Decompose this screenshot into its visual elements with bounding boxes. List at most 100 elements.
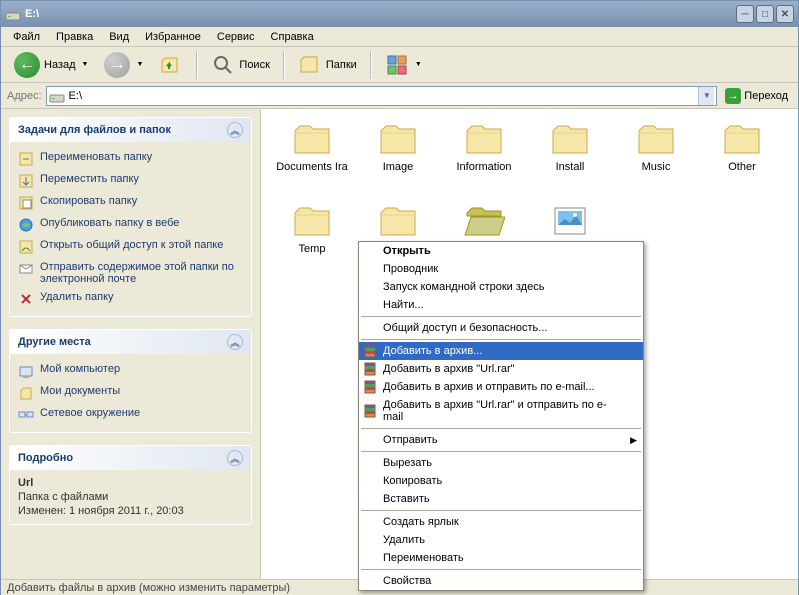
folder-label: Documents Ira bbox=[276, 161, 348, 173]
close-button[interactable]: ✕ bbox=[776, 5, 794, 23]
forward-button[interactable]: → ▼ bbox=[97, 49, 150, 81]
context-menu-item[interactable]: Вырезать bbox=[359, 454, 643, 472]
menu-help[interactable]: Справка bbox=[263, 29, 322, 45]
menu-tools[interactable]: Сервис bbox=[209, 29, 263, 45]
context-menu-item[interactable]: Добавить в архив "Url.rar" и отправить п… bbox=[359, 396, 643, 426]
task-item[interactable]: Скопировать папку bbox=[18, 192, 243, 214]
drive-icon bbox=[5, 6, 21, 22]
context-menu-item[interactable]: Найти... bbox=[359, 296, 643, 314]
context-menu-item[interactable]: Запуск командной строки здесь bbox=[359, 278, 643, 296]
task-item[interactable]: Отправить содержимое этой папки по элект… bbox=[18, 258, 243, 288]
context-menu-item[interactable]: Удалить bbox=[359, 531, 643, 549]
task-item[interactable]: Переместить папку bbox=[18, 170, 243, 192]
chevron-down-icon: ▼ bbox=[415, 61, 422, 68]
task-label: Переместить папку bbox=[40, 173, 139, 185]
place-item[interactable]: Мои документы bbox=[18, 382, 243, 404]
task-label: Опубликовать папку в вебе bbox=[40, 217, 179, 229]
places-header[interactable]: Другие места ︽ bbox=[10, 330, 251, 354]
context-menu: ОткрытьПроводникЗапуск командной строки … bbox=[358, 241, 644, 591]
context-menu-label: Общий доступ и безопасность... bbox=[383, 322, 547, 334]
context-menu-item[interactable]: Отправить▶ bbox=[359, 431, 643, 449]
context-menu-label: Добавить в архив "Url.rar" bbox=[383, 363, 515, 375]
task-icon bbox=[18, 291, 34, 307]
context-menu-item[interactable]: Свойства bbox=[359, 572, 643, 590]
chevron-down-icon: ▼ bbox=[136, 61, 143, 68]
place-item[interactable]: Мой компьютер bbox=[18, 360, 243, 382]
folder-item[interactable]: Information bbox=[445, 121, 523, 195]
folder-item[interactable]: Documents Ira bbox=[273, 121, 351, 195]
folders-icon bbox=[298, 53, 322, 77]
details-name: Url bbox=[18, 476, 243, 490]
task-label: Переименовать папку bbox=[40, 151, 152, 163]
folder-item[interactable]: Install bbox=[531, 121, 609, 195]
folder-icon bbox=[291, 121, 333, 157]
context-menu-item[interactable]: Общий доступ и безопасность... bbox=[359, 319, 643, 337]
folder-icon bbox=[377, 121, 419, 157]
minimize-button[interactable]: ─ bbox=[736, 5, 754, 23]
rar-icon bbox=[362, 379, 378, 395]
go-button[interactable]: → Переход bbox=[721, 87, 792, 105]
menu-file[interactable]: Файл bbox=[5, 29, 48, 45]
window-title: E:\ bbox=[25, 8, 736, 20]
address-label: Адрес: bbox=[7, 90, 42, 102]
folder-item[interactable]: Image bbox=[359, 121, 437, 195]
task-label: Открыть общий доступ к этой папке bbox=[40, 239, 223, 251]
context-menu-item[interactable]: Проводник bbox=[359, 260, 643, 278]
context-menu-label: Отправить bbox=[383, 434, 438, 446]
back-button[interactable]: ← Назад ▼ bbox=[7, 49, 95, 81]
tasks-title: Задачи для файлов и папок bbox=[18, 124, 227, 136]
folders-button[interactable]: Папки bbox=[291, 50, 364, 80]
context-menu-label: Создать ярлык bbox=[383, 516, 459, 528]
task-item[interactable]: Переименовать папку bbox=[18, 148, 243, 170]
search-button[interactable]: Поиск bbox=[204, 50, 276, 80]
menu-view[interactable]: Вид bbox=[101, 29, 137, 45]
go-icon: → bbox=[725, 88, 741, 104]
place-label: Сетевое окружение bbox=[40, 407, 140, 419]
maximize-button[interactable]: □ bbox=[756, 5, 774, 23]
context-menu-item[interactable]: Добавить в архив "Url.rar" bbox=[359, 360, 643, 378]
details-header[interactable]: Подробно ︽ bbox=[10, 446, 251, 470]
tasks-header[interactable]: Задачи для файлов и папок ︽ bbox=[10, 118, 251, 142]
go-label: Переход bbox=[744, 90, 788, 102]
context-menu-item[interactable]: Вставить bbox=[359, 490, 643, 508]
folder-item[interactable]: Music bbox=[617, 121, 695, 195]
separator bbox=[283, 51, 285, 79]
folder-item[interactable]: Temp bbox=[273, 203, 351, 277]
task-item[interactable]: Удалить папку bbox=[18, 288, 243, 310]
chevron-down-icon[interactable]: ▼ bbox=[698, 87, 714, 105]
separator bbox=[361, 316, 641, 317]
folder-icon bbox=[377, 203, 419, 239]
folder-label: Image bbox=[383, 161, 414, 173]
separator bbox=[361, 339, 641, 340]
folder-open-icon bbox=[463, 203, 505, 239]
context-menu-item[interactable]: Создать ярлык bbox=[359, 513, 643, 531]
folders-label: Папки bbox=[326, 59, 357, 71]
up-button[interactable] bbox=[152, 50, 190, 80]
task-item[interactable]: Опубликовать папку в вебе bbox=[18, 214, 243, 236]
menu-favorites[interactable]: Избранное bbox=[137, 29, 209, 45]
menu-edit[interactable]: Правка bbox=[48, 29, 101, 45]
place-icon bbox=[18, 385, 34, 401]
places-title: Другие места bbox=[18, 336, 227, 348]
separator bbox=[361, 428, 641, 429]
context-menu-item[interactable]: Копировать bbox=[359, 472, 643, 490]
task-label: Удалить папку bbox=[40, 291, 114, 303]
task-icon bbox=[18, 195, 34, 211]
drive-icon bbox=[49, 88, 65, 104]
folder-item[interactable]: Other bbox=[703, 121, 781, 195]
context-menu-label: Переименовать bbox=[383, 552, 464, 564]
context-menu-item[interactable]: Переименовать bbox=[359, 549, 643, 567]
folder-label: Temp bbox=[299, 243, 326, 255]
place-item[interactable]: Сетевое окружение bbox=[18, 404, 243, 426]
separator bbox=[361, 510, 641, 511]
context-menu-item[interactable]: Добавить в архив и отправить по e-mail..… bbox=[359, 378, 643, 396]
collapse-icon: ︽ bbox=[227, 334, 243, 350]
views-button[interactable]: ▼ bbox=[378, 50, 429, 80]
context-menu-item[interactable]: Открыть bbox=[359, 242, 643, 260]
image-icon bbox=[549, 203, 591, 239]
back-icon: ← bbox=[14, 52, 40, 78]
task-item[interactable]: Открыть общий доступ к этой папке bbox=[18, 236, 243, 258]
separator bbox=[370, 51, 372, 79]
address-combo[interactable]: E:\ ▼ bbox=[46, 86, 718, 106]
context-menu-item[interactable]: Добавить в архив... bbox=[359, 342, 643, 360]
